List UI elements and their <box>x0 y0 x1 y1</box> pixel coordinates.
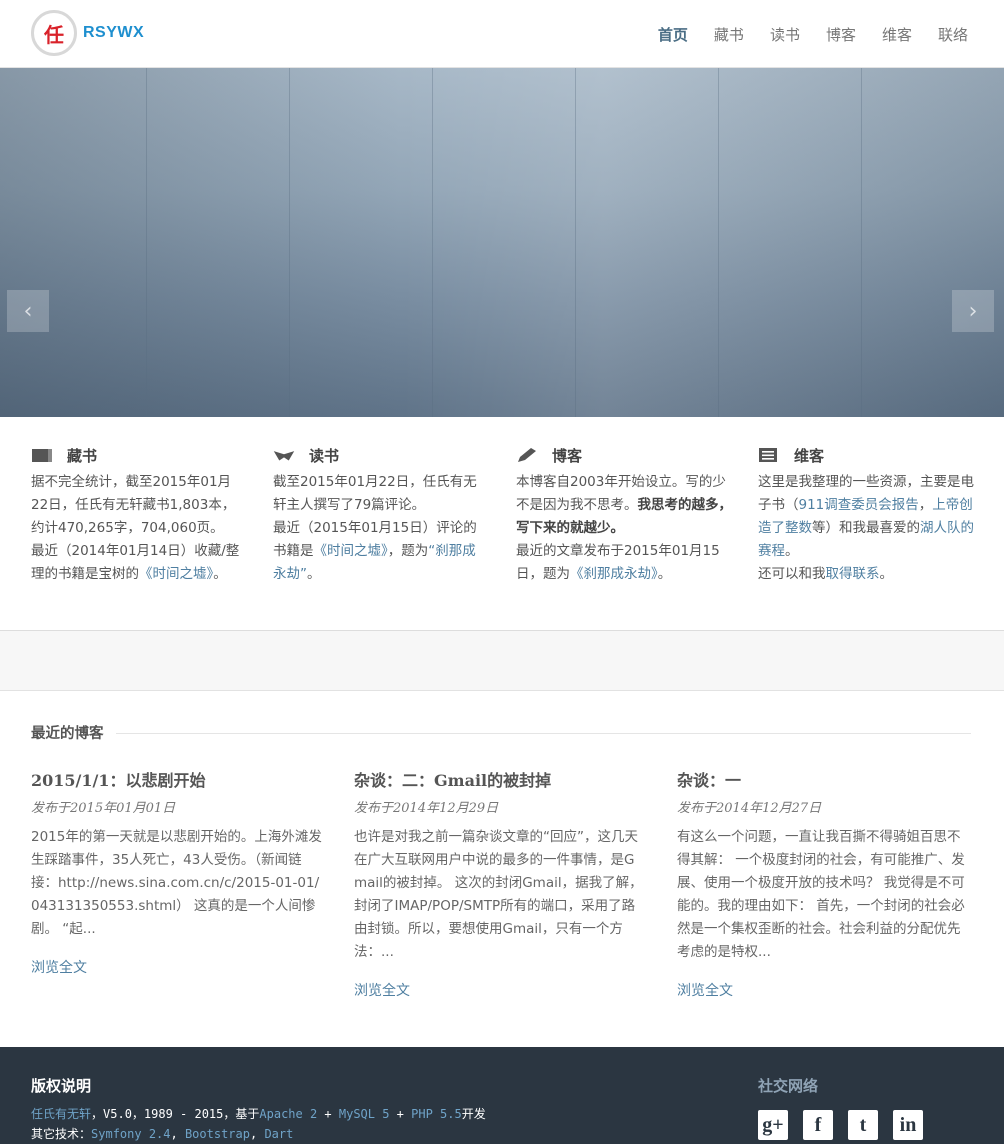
slider-prev-button[interactable]: ‹ <box>7 290 49 332</box>
slider-slice <box>146 68 147 417</box>
nav-reading[interactable]: 读书 <box>770 24 800 45</box>
twitter-icon[interactable]: t <box>848 1110 878 1140</box>
mysql-link[interactable]: MySQL 5 <box>339 1107 390 1121</box>
site-footer: 版权说明 任氏有无轩，V5.0，1989 - 2015，基于Apache 2 +… <box>0 1047 1004 1144</box>
feature-title: 读书 <box>309 446 340 465</box>
post-card: 杂谈：二：Gmail的被封掉 发布于2014年12月29日 也许是对我之前一篇杂… <box>354 767 646 1000</box>
open-book-icon <box>273 451 295 461</box>
facebook-icon[interactable]: f <box>803 1110 833 1140</box>
chevron-left-icon: ‹ <box>23 298 33 324</box>
book-link[interactable]: 《时间之墟》 <box>139 566 213 582</box>
recent-posts-section: 最近的博客 2015/1/1：以悲剧开始 发布于2015年01月01日 2015… <box>0 691 1004 1047</box>
brand-name[interactable]: RSYWX <box>83 24 144 42</box>
pen-icon <box>518 448 536 462</box>
social-links: g+ f t in <box>758 1110 938 1140</box>
feature-collection: 藏书 据不完全统计，截至2015年01月22日，任氏有无轩藏书1,803本，约计… <box>31 445 247 586</box>
list-icon <box>759 448 777 462</box>
feature-title: 博客 <box>552 446 583 465</box>
copyright-title: 版权说明 <box>31 1077 92 1095</box>
tech-line: 其它技术：Symfony 2.4, Bootstrap, Dart <box>31 1127 294 1141</box>
book-link[interactable]: 《时间之墟》 <box>314 543 388 559</box>
chevron-right-icon: › <box>968 298 978 324</box>
post-title[interactable]: 2015/1/1：以悲剧开始 <box>31 767 323 791</box>
feature-title: 藏书 <box>67 446 98 465</box>
post-card: 2015/1/1：以悲剧开始 发布于2015年01月01日 2015年的第一天就… <box>31 767 323 977</box>
site-link[interactable]: 任氏有无轩 <box>31 1107 91 1121</box>
bootstrap-link[interactable]: Bootstrap <box>185 1127 250 1141</box>
feature-reading: 读书 截至2015年01月22日，任氏有无轩主人撰写了79篇评论。 最近（201… <box>273 445 489 586</box>
site-header: 任 RSYWX 首页 藏书 读书 博客 维客 联络 <box>0 0 1004 68</box>
php-link[interactable]: PHP 5.5 <box>411 1107 462 1121</box>
logo[interactable]: 任 <box>31 10 77 56</box>
contact-link[interactable]: 取得联系 <box>826 566 880 582</box>
linkedin-icon[interactable]: in <box>893 1110 923 1140</box>
post-excerpt: 有这么一个问题，一直让我百撕不得骑姐百思不得其解： 一个极度封闭的社会，有可能推… <box>677 829 965 960</box>
read-more-link[interactable]: 浏览全文 <box>31 957 323 977</box>
post-title[interactable]: 杂谈：一 <box>677 767 969 791</box>
feature-wiki: 维客 这里是我整理的一些资源，主要是电子书（911调查委员会报告，上帝创造了整数… <box>758 445 974 586</box>
slider-slice <box>432 68 433 417</box>
slider-slice <box>575 68 576 417</box>
feature-text: 这里是我整理的一些资源，主要是电子书（911调查委员会报告，上帝创造了整数等）和… <box>758 474 974 582</box>
copyright-line: 任氏有无轩，V5.0，1989 - 2015，基于Apache 2 + MySQ… <box>31 1107 486 1121</box>
read-more-link[interactable]: 浏览全文 <box>354 980 646 1000</box>
post-excerpt: 也许是对我之前一篇杂谈文章的“回应”，这几天在广大互联网用户中说的最多的一件事情… <box>354 829 643 960</box>
google-plus-icon[interactable]: g+ <box>758 1110 788 1140</box>
main-nav: 首页 藏书 读书 博客 维客 联络 <box>632 24 968 45</box>
feature-blog: 博客 本博客自2003年开始设立。写的少不是因为我不思考。我思考的越多，写下来的… <box>516 445 732 586</box>
slider-image <box>0 68 1004 417</box>
nav-contact[interactable]: 联络 <box>938 24 968 45</box>
social-title: 社交网络 <box>758 1077 819 1095</box>
symfony-link[interactable]: Symfony 2.4 <box>91 1127 170 1141</box>
logo-char: 任 <box>44 22 64 47</box>
section-divider <box>31 733 971 734</box>
nav-wiki[interactable]: 维客 <box>882 24 912 45</box>
hero-slider: ‹ › <box>0 68 1004 417</box>
post-date: 发布于2015年01月01日 <box>31 801 176 816</box>
read-more-link[interactable]: 浏览全文 <box>677 980 969 1000</box>
divider-band <box>0 631 1004 691</box>
slider-slice <box>718 68 719 417</box>
wiki-link-911[interactable]: 911调查委员会报告 <box>799 497 919 513</box>
post-date: 发布于2014年12月29日 <box>354 801 499 816</box>
post-card: 杂谈：一 发布于2014年12月27日 有这么一个问题，一直让我百撕不得骑姐百思… <box>677 767 969 1000</box>
feature-text: 本博客自2003年开始设立。写的少不是因为我不思考。我思考的越多，写下来的就越少… <box>516 474 732 582</box>
nav-home[interactable]: 首页 <box>658 24 688 45</box>
slider-slice <box>861 68 862 417</box>
nav-collection[interactable]: 藏书 <box>714 24 744 45</box>
post-title[interactable]: 杂谈：二：Gmail的被封掉 <box>354 767 646 791</box>
slider-slice <box>289 68 290 417</box>
post-link[interactable]: 《刹那成永劫》 <box>570 566 658 582</box>
slider-next-button[interactable]: › <box>952 290 994 332</box>
feature-text: 截至2015年01月22日，任氏有无轩主人撰写了79篇评论。 最近（2015年0… <box>273 474 477 582</box>
nav-blog[interactable]: 博客 <box>826 24 856 45</box>
feature-text: 据不完全统计，截至2015年01月22日，任氏有无轩藏书1,803本，约计470… <box>31 474 240 582</box>
features-section: 藏书 据不完全统计，截至2015年01月22日，任氏有无轩藏书1,803本，约计… <box>0 417 1004 631</box>
feature-title: 维客 <box>794 446 825 465</box>
apache-link[interactable]: Apache 2 <box>259 1107 317 1121</box>
section-title: 最近的博客 <box>31 722 116 743</box>
post-excerpt: 2015年的第一天就是以悲剧开始的。上海外滩发生踩踏事件，35人死亡，43人受伤… <box>31 829 322 937</box>
dart-link[interactable]: Dart <box>264 1127 293 1141</box>
book-icon <box>32 449 52 462</box>
post-date: 发布于2014年12月27日 <box>677 801 822 816</box>
